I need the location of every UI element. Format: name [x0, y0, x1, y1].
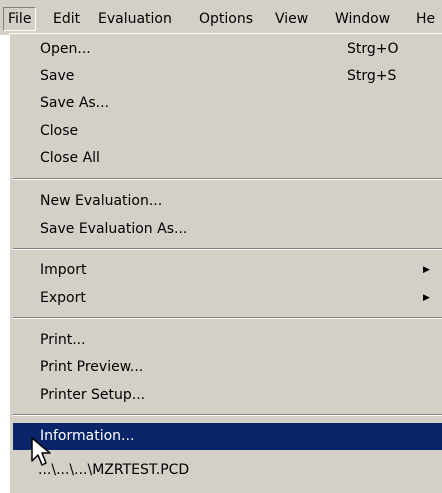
menu-item-label: Information... — [40, 428, 135, 444]
menu-item-label: New Evaluation... — [40, 193, 163, 209]
menu-help[interactable]: He — [412, 7, 439, 31]
menu-item-label: Save As... — [40, 95, 110, 111]
menu-item-label: Print Preview... — [40, 359, 144, 375]
menu-item-export[interactable]: Export ▶ — [13, 285, 442, 312]
menu-view[interactable]: View — [271, 7, 312, 31]
menu-item-printer-setup[interactable]: Printer Setup... — [13, 382, 442, 409]
menu-item-label: Printer Setup... — [40, 387, 146, 403]
menu-evaluation[interactable]: Evaluation — [94, 7, 176, 31]
background-file-path: ...\...\...\MZRTEST.PCD — [38, 462, 190, 478]
submenu-arrow-icon: ▶ — [423, 265, 430, 275]
menu-item-import[interactable]: Import ▶ — [13, 257, 442, 284]
menu-item-label: Close All — [40, 150, 100, 166]
menu-item-label: Print... — [40, 332, 86, 348]
menu-window[interactable]: Window — [331, 7, 394, 31]
file-dropdown-menu: Open... Strg+O Save Strg+S Save As... Cl… — [9, 33, 442, 493]
menu-separator — [13, 248, 442, 250]
submenu-arrow-icon: ▶ — [423, 293, 430, 303]
menu-edit[interactable]: Edit — [49, 7, 84, 31]
menu-item-print[interactable]: Print... — [13, 327, 442, 354]
menu-item-shortcut: Strg+S — [347, 68, 397, 84]
menu-item-new-evaluation[interactable]: New Evaluation... — [13, 188, 442, 215]
menu-item-shortcut: Strg+O — [347, 41, 399, 57]
menu-item-label: Import — [40, 262, 87, 278]
mouse-pointer-icon — [31, 437, 51, 466]
menu-item-save-evaluation-as[interactable]: Save Evaluation As... — [13, 216, 442, 243]
menu-separator — [13, 317, 442, 319]
menu-item-print-preview[interactable]: Print Preview... — [13, 354, 442, 381]
menu-item-label: Open... — [40, 41, 91, 57]
menu-item-label: Save Evaluation As... — [40, 221, 188, 237]
menu-item-close-all[interactable]: Close All — [13, 145, 442, 172]
menu-item-open[interactable]: Open... Strg+O — [13, 36, 442, 63]
menu-separator — [13, 414, 442, 416]
menu-item-close[interactable]: Close — [13, 118, 442, 145]
menu-options[interactable]: Options — [195, 7, 257, 31]
menu-item-save[interactable]: Save Strg+S — [13, 63, 442, 90]
menu-item-label: Close — [40, 123, 79, 139]
menu-item-label: Save — [40, 68, 75, 84]
menu-file[interactable]: File — [3, 7, 37, 31]
menu-item-label: Export — [40, 290, 86, 306]
menu-item-save-as[interactable]: Save As... — [13, 90, 442, 117]
menu-bar: File Edit Evaluation Options View Window… — [0, 0, 442, 36]
menu-item-information[interactable]: Information... — [13, 423, 442, 450]
menu-separator — [13, 178, 442, 180]
